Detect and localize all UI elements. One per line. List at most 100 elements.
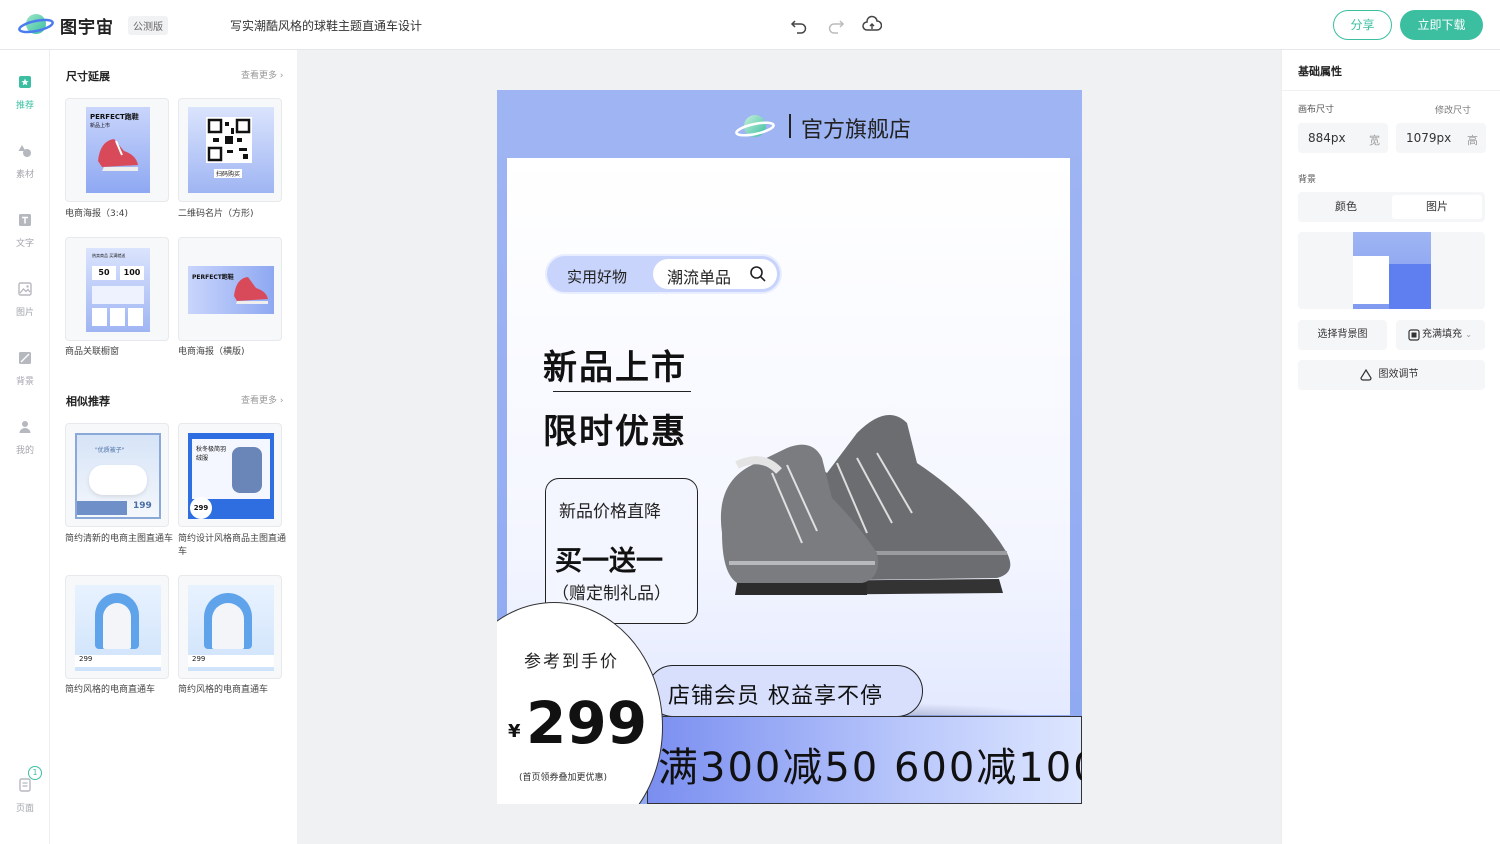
rail-item-mine[interactable]: 我的 [0,420,50,457]
search-icon [750,266,766,282]
promo-gift[interactable]: （赠定制礼品） [552,583,692,605]
template-preview: 热卖商品 买满就送 50 100 [86,248,150,332]
size-extend-more-link[interactable]: 查看更多 › [241,68,284,81]
height-unit: 高 [1467,134,1478,147]
similar-more-link[interactable]: 查看更多 › [241,393,284,406]
width-value[interactable]: 884px [1308,131,1346,145]
thumb-text: 299 [188,655,274,667]
width-field[interactable]: 884px 宽 [1298,123,1388,153]
template-card[interactable]: 299 [178,575,282,679]
shapes-icon [18,145,31,157]
template-card[interactable]: 299 [65,575,169,679]
thumb-product [110,308,125,326]
thumb-text: 新品上市 [90,123,111,129]
quilt-image [89,465,147,495]
select-background-button[interactable]: 选择背景图 [1298,320,1387,350]
app-name: 图宇宙 [60,18,114,38]
width-unit: 宽 [1369,134,1380,147]
thumb-text: PERFECT跑鞋 [90,113,139,121]
search-pill[interactable]: 实用好物 潮流单品 [545,254,782,294]
thumb-product [92,308,107,326]
undo-icon[interactable] [789,15,809,35]
pill-right-box[interactable]: 潮流单品 [653,259,777,289]
pages-icon [19,778,31,792]
template-card[interactable]: 热卖商品 买满就送 50 100 [65,237,169,341]
discount-text[interactable]: 满300减50 600减100 [658,735,1082,793]
height-value[interactable]: 1079px [1406,131,1451,145]
template-card[interactable]: 秋冬极简羽绒服 299 [178,423,282,527]
rail-label-mine: 我的 [15,446,34,456]
member-text[interactable]: 店铺会员 权益享不停 [668,678,883,710]
couple-photo [212,603,244,649]
template-preview: 299 [75,585,161,671]
discount-band[interactable]: 满300减50 600减100 [647,716,1082,804]
price-note[interactable]: (首页领券叠加更优惠) [519,770,607,783]
share-button[interactable]: 分享 [1333,10,1392,40]
price-value[interactable]: 299 [526,689,647,757]
rail-item-background[interactable]: 背景 [0,351,50,388]
canvas-area[interactable]: 官方旗舰店 实用好物 潮流单品 新品上市 限时优惠 新品价格直降 买一送一 （赠… [297,50,1281,844]
effect-adjust-button[interactable]: 图效调节 [1298,360,1485,390]
thumb-text: 299 [75,655,161,667]
headline-new[interactable]: 新品上市 [543,340,687,389]
pill-left-text[interactable]: 实用好物 [567,266,627,287]
rail-item-recommend[interactable]: 推荐 [0,75,50,112]
fill-icon [1408,329,1420,341]
template-card[interactable]: 扫码购买 [178,98,282,202]
promo-buy-one-get-one[interactable]: 买一送一 [555,539,663,578]
size-extend-title: 尺寸延展 [66,70,110,83]
headline-limited[interactable]: 限时优惠 [543,404,687,453]
template-label: 电商海报（横版) [178,347,245,357]
sneaker-image[interactable] [717,403,1047,603]
redo-icon[interactable] [826,15,846,35]
poster-canvas[interactable]: 官方旗舰店 实用好物 潮流单品 新品上市 限时优惠 新品价格直降 买一送一 （赠… [497,90,1082,804]
logo-icon[interactable] [18,10,54,38]
rail-item-pages[interactable]: 1 页面 [0,766,50,815]
store-name[interactable]: 官方旗舰店 [801,112,911,144]
template-card[interactable]: "优质被子" 199 [65,423,169,527]
fill-mode-select[interactable]: 充满填充 ⌄ [1396,320,1485,350]
background-preview[interactable] [1298,232,1485,309]
rail-item-material[interactable]: 素材 [0,144,50,181]
tab-image[interactable]: 图片 [1392,195,1482,219]
effect-adjust-label: 图效调节 [1378,369,1419,380]
thumb-text: 199 [133,501,152,511]
currency-symbol[interactable]: ¥ [508,721,521,742]
document-title[interactable]: 写实潮酷风格的球鞋主题直通车设计 [230,17,422,34]
star-badge-icon [19,76,31,88]
template-card[interactable]: PERFECT跑鞋 [178,237,282,341]
thumb-bar [77,501,127,515]
download-button[interactable]: 立即下载 [1400,10,1483,40]
thumb-product [128,308,143,326]
price-label[interactable]: 参考到手价 [524,647,619,672]
rail-item-text[interactable]: 文字 [0,213,50,250]
rail-label-image: 图片 [15,308,34,318]
page-count-badge: 1 [28,766,42,780]
image-icon [18,282,32,296]
template-label: 电商海报（3:4) [65,209,128,219]
chevron-down-icon: ⌄ [1465,330,1472,339]
height-field[interactable]: 1079px 高 [1396,123,1486,153]
background-icon [19,352,31,364]
template-preview: "优质被子" 199 [75,433,161,519]
rail-label-pages: 页面 [15,804,34,814]
template-preview: PERFECT跑鞋 [188,266,274,314]
chevron-right-icon: › [279,71,284,81]
top-bar: 图宇宙 公测版 写实潮酷风格的球鞋主题直通车设计 分享 立即下载 [0,0,1500,50]
template-card[interactable]: PERFECT跑鞋 新品上市 [65,98,169,202]
tab-color[interactable]: 颜色 [1301,195,1391,219]
couple-photo [103,603,131,649]
sneaker-image [234,277,268,304]
thumb-banner [92,286,144,304]
cloud-save-icon[interactable] [862,15,882,35]
modify-size-link[interactable]: 修改尺寸 [1435,103,1471,116]
logo-icon[interactable] [735,112,777,142]
rail-item-image[interactable]: 图片 [0,282,50,319]
properties-title: 基础属性 [1298,65,1342,78]
rail-label-recommend: 推荐 [15,101,34,111]
canvas-size-label: 画布尺寸 [1298,105,1335,115]
promo-price-drop[interactable]: 新品价格直降 [559,497,661,522]
pill-right-text[interactable]: 潮流单品 [667,264,731,288]
jacket-image [232,447,262,493]
member-banner[interactable]: 店铺会员 权益享不停 [647,665,923,717]
